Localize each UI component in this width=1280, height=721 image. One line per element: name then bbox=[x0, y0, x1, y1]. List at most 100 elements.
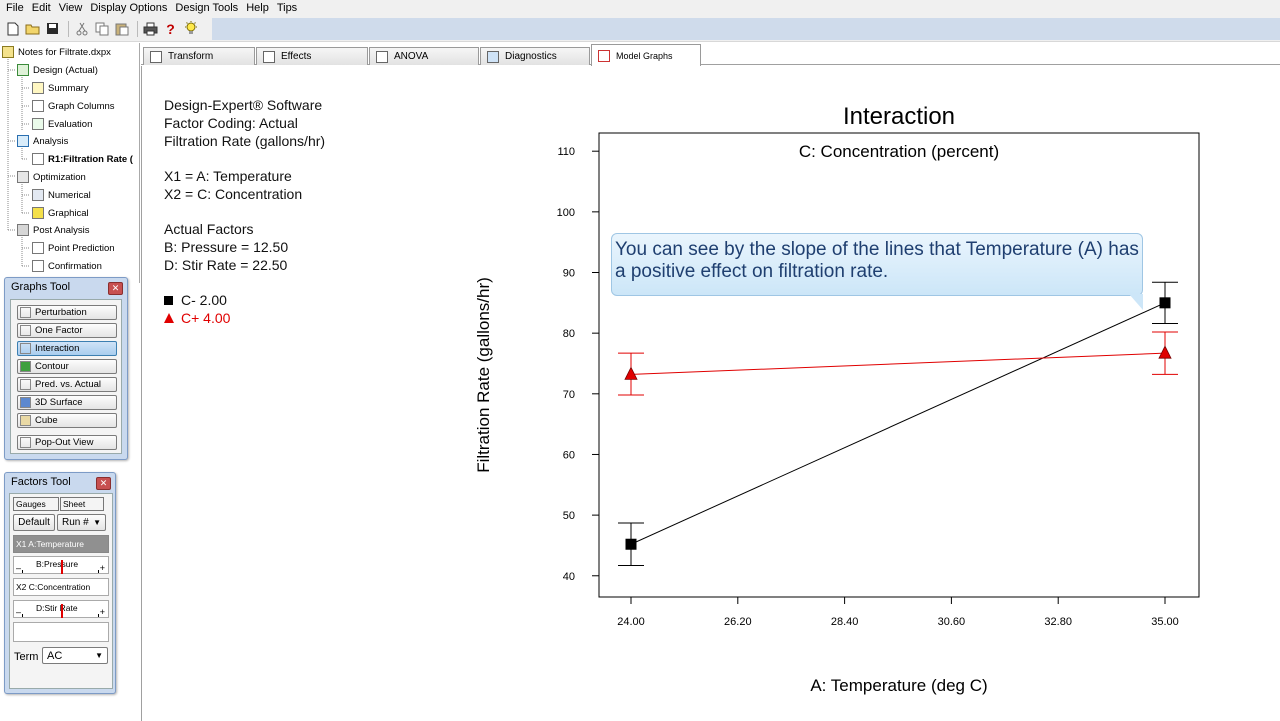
one-factor-button[interactable]: One Factor bbox=[17, 323, 117, 338]
x-tick-label: 26.20 bbox=[724, 616, 752, 628]
y-tick-label: 50 bbox=[563, 510, 575, 522]
tab-diagnostics[interactable]: Diagnostics bbox=[480, 47, 590, 65]
graph-columns-icon bbox=[32, 100, 44, 112]
slider-marker[interactable] bbox=[61, 560, 63, 574]
menu-display-options[interactable]: Display Options bbox=[90, 2, 167, 14]
tree-item-graphical[interactable]: Graphical bbox=[32, 205, 89, 221]
tree-item-label: Graph Columns bbox=[48, 100, 115, 112]
pred-vs-actual-button[interactable]: Pred. vs. Actual bbox=[17, 377, 117, 392]
pop-out-icon bbox=[20, 437, 31, 448]
evaluation-icon bbox=[32, 118, 44, 130]
copy-icon[interactable] bbox=[93, 20, 110, 37]
close-icon[interactable]: ✕ bbox=[108, 282, 123, 295]
chevron-down-icon: ▼ bbox=[93, 518, 101, 527]
paste-icon[interactable] bbox=[113, 20, 130, 37]
y-tick-label: 80 bbox=[563, 328, 575, 340]
series-line bbox=[630, 352, 1166, 375]
toolbar: ? bbox=[0, 16, 1280, 42]
factors-tool-title: Factors Tool bbox=[11, 476, 71, 488]
tab-transform[interactable]: Transform bbox=[143, 47, 255, 65]
contour-button[interactable]: Contour bbox=[17, 359, 117, 374]
menu-help[interactable]: Help bbox=[246, 2, 269, 14]
new-file-icon[interactable] bbox=[4, 20, 21, 37]
chevron-down-icon: ▼ bbox=[95, 651, 103, 660]
tree-item-label: Evaluation bbox=[48, 118, 93, 130]
tree-item-label: Analysis bbox=[33, 135, 69, 147]
tree-item-point-prediction[interactable]: Point Prediction bbox=[32, 240, 115, 256]
factor-row-x1-temperature[interactable]: X1 A:Temperature bbox=[13, 535, 109, 553]
interaction-button[interactable]: Interaction bbox=[17, 341, 117, 356]
button-label: Pred. vs. Actual bbox=[35, 379, 102, 390]
help-icon[interactable]: ? bbox=[162, 20, 179, 37]
tab-label: ANOVA bbox=[394, 51, 429, 62]
tree-item-graph-columns[interactable]: Graph Columns bbox=[32, 98, 115, 114]
run-select[interactable]: Run # ▼ bbox=[57, 514, 106, 531]
slider-marker[interactable] bbox=[61, 604, 63, 618]
print-icon[interactable] bbox=[142, 20, 159, 37]
open-folder-icon[interactable] bbox=[24, 20, 41, 37]
d-stir-rate-slider[interactable]: – D:Stir Rate + bbox=[13, 600, 109, 618]
contour-icon bbox=[20, 361, 31, 372]
menu-file[interactable]: File bbox=[6, 2, 24, 14]
graphs-tool-panel: Graphs Tool ✕ Perturbation One Factor In… bbox=[4, 277, 128, 460]
cube-button[interactable]: Cube bbox=[17, 413, 117, 428]
menu-view[interactable]: View bbox=[59, 2, 83, 14]
factor-row-x2-concentration[interactable]: X2 C:Concentration bbox=[13, 578, 109, 596]
tree-item-numerical[interactable]: Numerical bbox=[32, 187, 91, 203]
tab-effects[interactable]: Effects bbox=[256, 47, 368, 65]
button-label: Default bbox=[18, 517, 50, 528]
post-analysis-icon bbox=[17, 224, 29, 236]
tab-anova[interactable]: ANOVA bbox=[369, 47, 479, 65]
tab-model-graphs[interactable]: Model Graphs bbox=[591, 44, 701, 66]
button-label: Perturbation bbox=[35, 307, 87, 318]
default-button[interactable]: Default bbox=[13, 514, 55, 531]
tree-item-label: Optimization bbox=[33, 171, 86, 183]
b-pressure-slider[interactable]: – B:Pressure + bbox=[13, 556, 109, 574]
perturbation-button[interactable]: Perturbation bbox=[17, 305, 117, 320]
menu-edit[interactable]: Edit bbox=[32, 2, 51, 14]
tree-item-design[interactable]: Design (Actual) bbox=[17, 62, 98, 78]
chart-subtitle: C: Concentration (percent) bbox=[799, 142, 999, 161]
y-axis-label: Filtration Rate (gallons/hr) bbox=[474, 277, 493, 473]
save-icon[interactable] bbox=[44, 20, 61, 37]
gauges-tab[interactable]: Gauges bbox=[13, 497, 59, 511]
tree-item-label: Numerical bbox=[48, 189, 91, 201]
menu-design-tools[interactable]: Design Tools bbox=[175, 2, 238, 14]
pop-out-view-button[interactable]: Pop-Out View bbox=[17, 435, 117, 450]
view-tabs: Transform Effects ANOVA Diagnostics Mode… bbox=[141, 44, 1280, 66]
3d-surface-button[interactable]: 3D Surface bbox=[17, 395, 117, 410]
data-point-triangle bbox=[624, 366, 638, 380]
data-point-square bbox=[1159, 297, 1171, 309]
tips-bulb-icon[interactable] bbox=[182, 20, 199, 37]
tree-item-summary[interactable]: Summary bbox=[32, 80, 89, 96]
tree-item-analysis[interactable]: Analysis bbox=[17, 133, 68, 149]
tip-callout: You can see by the slope of the lines th… bbox=[611, 233, 1143, 296]
y-tick-label: 100 bbox=[557, 207, 575, 219]
cut-icon[interactable] bbox=[73, 20, 90, 37]
tab-label: Effects bbox=[281, 51, 312, 62]
model-graph-area: Design-Expert® Software Factor Coding: A… bbox=[141, 66, 1280, 721]
menu-tips[interactable]: Tips bbox=[277, 2, 297, 14]
y-tick-label: 90 bbox=[563, 268, 575, 280]
slider-min-label: – bbox=[16, 563, 22, 573]
tree-item-label: Post Analysis bbox=[33, 224, 90, 236]
folder-icon bbox=[2, 46, 14, 58]
plot-frame bbox=[598, 132, 1200, 598]
slider-label: D:Stir Rate bbox=[36, 603, 78, 613]
tree-root[interactable]: Notes for Filtrate.dxpx bbox=[2, 44, 111, 60]
term-select[interactable]: AC ▼ bbox=[42, 647, 108, 664]
tree-item-post-analysis[interactable]: Post Analysis bbox=[17, 222, 90, 238]
sheet-tab[interactable]: Sheet bbox=[60, 497, 104, 511]
factor-label: X1 A:Temperature bbox=[16, 539, 85, 549]
y-tick-label: 60 bbox=[563, 449, 575, 461]
tab-label: Sheet bbox=[63, 499, 86, 509]
tree-item-r1-filtration-rate[interactable]: R1:Filtration Rate ( bbox=[32, 151, 133, 167]
callout-tail bbox=[1129, 294, 1143, 310]
tree-item-evaluation[interactable]: Evaluation bbox=[32, 116, 92, 132]
close-icon[interactable]: ✕ bbox=[96, 477, 111, 490]
slider-tick bbox=[22, 614, 23, 617]
tree-item-confirmation[interactable]: Confirmation bbox=[32, 258, 102, 274]
button-label: One Factor bbox=[35, 325, 83, 336]
slider-tick bbox=[98, 570, 99, 573]
tree-item-optimization[interactable]: Optimization bbox=[17, 169, 86, 185]
